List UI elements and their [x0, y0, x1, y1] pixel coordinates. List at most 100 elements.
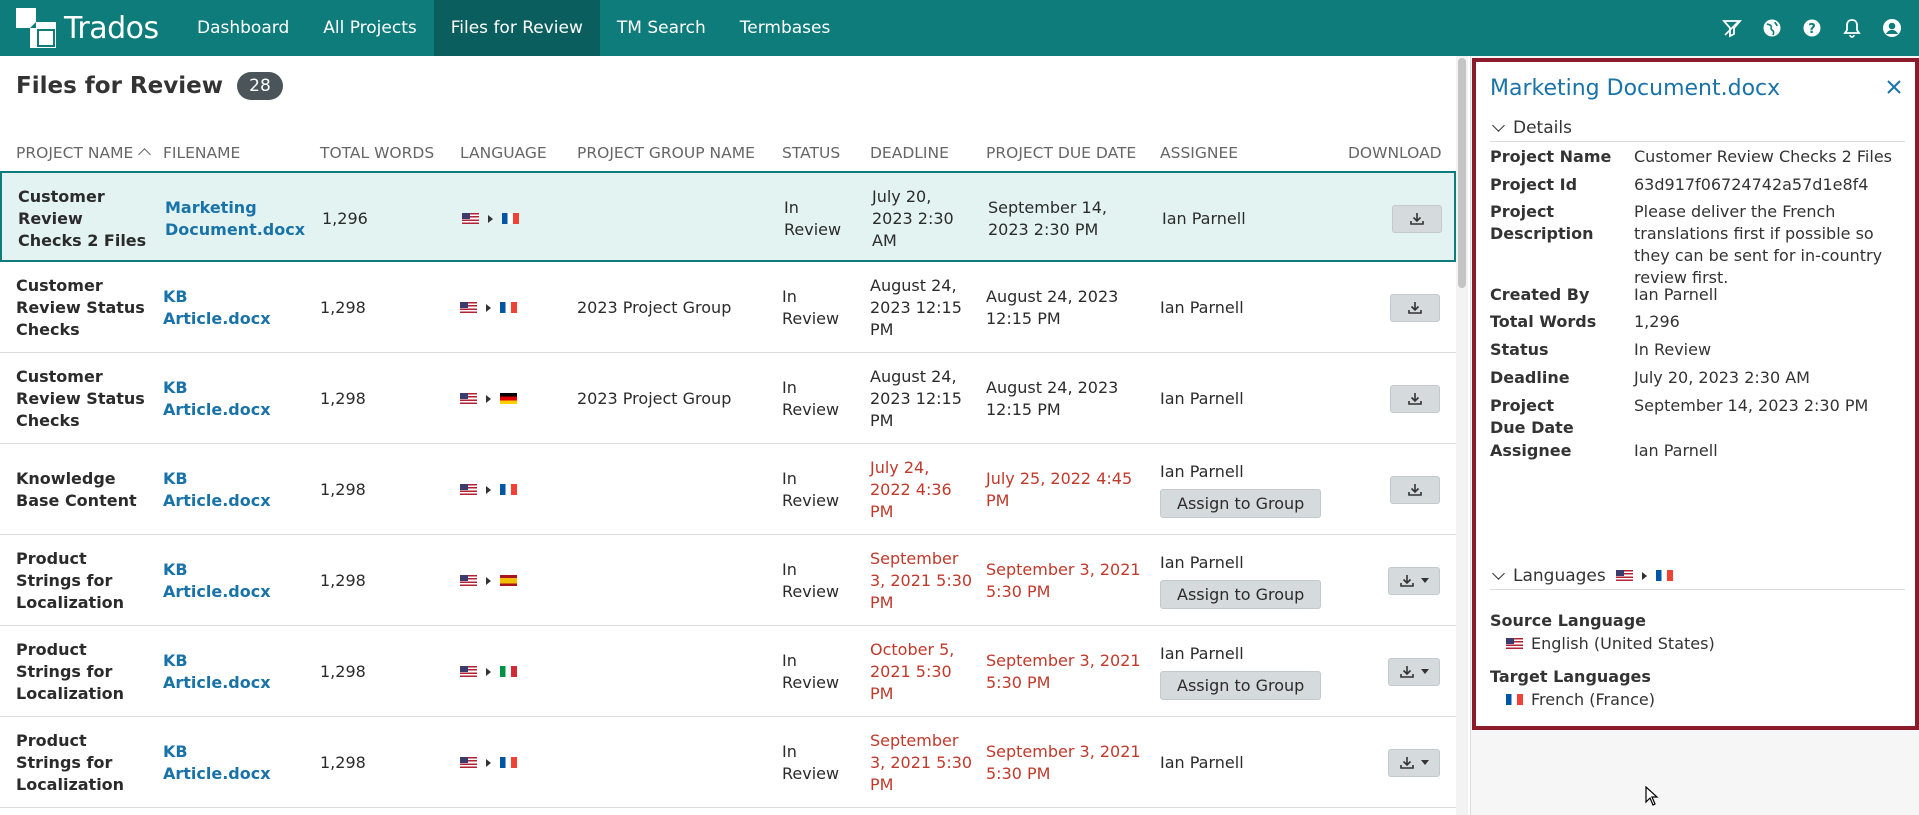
assign-to-group-button[interactable]: Assign to Group [1160, 671, 1322, 700]
column-header-filename[interactable]: FILENAME [163, 144, 240, 162]
table-row[interactable]: Customer Review Checks 2 Files Marketing … [0, 171, 1456, 262]
cell-project-due-date: September 3, 2021 5:30 PM [986, 559, 1141, 601]
globe-icon[interactable] [1761, 17, 1783, 39]
column-header-project-due-date[interactable]: PROJECT DUE DATE [986, 144, 1136, 162]
detail-label-project-id: Project Id [1490, 175, 1578, 194]
column-header-label: DEADLINE [870, 144, 949, 162]
details-section-toggle[interactable]: Details [1490, 114, 1905, 142]
table-row[interactable]: Knowledge Base Content KB Article.docx 1,2… [0, 444, 1456, 535]
arrow-right-icon [486, 303, 491, 312]
column-header-project-group-name[interactable]: PROJECT GROUP NAME [577, 144, 755, 162]
column-header-project-name[interactable]: PROJECT NAME [16, 144, 152, 162]
nav-item-termbases[interactable]: Termbases [723, 0, 848, 56]
cell-project-due-date: September 3, 2021 5:30 PM [986, 650, 1141, 692]
download-icon [1407, 483, 1423, 497]
languages-section-label: Languages [1513, 565, 1606, 586]
cell-language [460, 717, 517, 808]
assignee-name: Ian Parnell [1160, 752, 1244, 772]
source-language-text: English (United States) [1531, 634, 1715, 653]
assignee-name: Ian Parnell [1160, 297, 1244, 317]
caret-down-icon [1421, 669, 1429, 674]
detail-label-deadline: Deadline [1490, 368, 1570, 387]
arrow-right-icon [486, 667, 491, 676]
details-section-label: Details [1513, 117, 1572, 138]
download-button[interactable] [1390, 384, 1440, 413]
cell-filename-link[interactable]: KB Article.docx [163, 444, 298, 535]
nav-item-dashboard[interactable]: Dashboard [180, 0, 306, 56]
detail-value-assignee: Ian Parnell [1634, 441, 1718, 460]
sort-ascending-icon [138, 148, 152, 161]
column-header-assignee[interactable]: ASSIGNEE [1160, 144, 1238, 162]
assign-to-group-button[interactable]: Assign to Group [1160, 580, 1322, 609]
mouse-cursor-icon [1645, 786, 1659, 806]
cell-language [460, 535, 517, 626]
column-header-label: PROJECT DUE DATE [986, 144, 1137, 162]
chevron-down-icon [1492, 119, 1505, 132]
close-icon[interactable] [1883, 76, 1905, 98]
cell-download [1330, 717, 1440, 808]
download-button[interactable] [1390, 293, 1440, 322]
cell-total-words: 1,298 [320, 479, 366, 499]
cell-language [460, 262, 517, 353]
table-row[interactable]: Product Strings for Localization KB Artic… [0, 626, 1456, 717]
bell-icon[interactable] [1841, 17, 1863, 39]
cell-status: In Review [782, 741, 840, 783]
download-button[interactable] [1388, 566, 1440, 595]
assign-to-group-button[interactable]: Assign to Group [1160, 489, 1322, 518]
assignee-name: Ian Parnell [1162, 208, 1246, 228]
table-row[interactable]: Customer Review Status Checks KB Article.… [0, 353, 1456, 444]
cell-deadline: October 5, 2021 5:30 PM [870, 639, 955, 703]
column-header-status[interactable]: STATUS [782, 144, 840, 162]
cell-filename-link[interactable]: KB Article.docx [163, 626, 298, 717]
brand[interactable]: Trados [0, 0, 180, 56]
target-languages-label: Target Languages [1490, 667, 1651, 686]
languages-section-toggle[interactable]: Languages [1490, 562, 1905, 590]
download-button[interactable] [1390, 475, 1440, 504]
cell-total-words: 1,298 [320, 388, 366, 408]
download-icon [1407, 392, 1423, 406]
table-row[interactable]: Customer Review Status Checks KB Article.… [0, 262, 1456, 353]
cell-assignee: Ian Parnell Assign to Group [1160, 444, 1330, 535]
source-language-label: Source Language [1490, 611, 1647, 630]
nav-item-tm-search[interactable]: TM Search [600, 0, 723, 56]
cell-filename-link[interactable]: KB Article.docx [163, 262, 298, 353]
cell-filename-link[interactable]: Marketing Document.docx [165, 173, 305, 264]
nav-item-files-for-review[interactable]: Files for Review [433, 0, 600, 56]
table-row[interactable]: Product Strings for Localization KB Artic… [0, 535, 1456, 626]
cell-total-words: 1,298 [320, 570, 366, 590]
download-button[interactable] [1392, 204, 1442, 233]
list-scrollbar[interactable] [1456, 56, 1468, 815]
column-header-total-words[interactable]: TOTAL WORDS [320, 144, 434, 162]
top-icons: ? [1721, 0, 1903, 56]
column-header-language[interactable]: LANGUAGE [460, 144, 547, 162]
column-header-deadline[interactable]: DEADLINE [870, 144, 949, 162]
cell-deadline: August 24, 2023 12:15 PM [870, 366, 962, 430]
scrollbar-thumb[interactable] [1458, 58, 1466, 288]
cell-assignee: Ian Parnell Assign to Group [1160, 535, 1330, 626]
download-button[interactable] [1388, 748, 1440, 777]
download-button[interactable] [1388, 657, 1440, 686]
detail-value-total-words: 1,296 [1634, 312, 1680, 331]
assignee-name: Ian Parnell [1160, 388, 1244, 408]
help-icon[interactable]: ? [1801, 17, 1823, 39]
user-icon[interactable] [1881, 17, 1903, 39]
arrow-right-icon [486, 576, 491, 585]
nav-item-all-projects[interactable]: All Projects [306, 0, 434, 56]
column-header-label: LANGUAGE [460, 144, 547, 162]
svg-text:?: ? [1808, 22, 1816, 37]
cell-filename-link[interactable]: KB Article.docx [163, 717, 298, 808]
flag-us-icon [460, 302, 477, 313]
cell-filename-link[interactable]: KB Article.docx [163, 353, 298, 444]
cell-deadline: July 20, 2023 2:30 AM [872, 186, 954, 250]
filter-icon[interactable] [1721, 17, 1743, 39]
source-language-value: English (United States) [1506, 634, 1715, 653]
table-row[interactable]: Product Strings for Localization KB Artic… [0, 717, 1456, 808]
trados-logo-icon [16, 8, 56, 48]
download-icon [1399, 665, 1415, 679]
target-language-value: French (France) [1506, 690, 1655, 709]
column-header-download[interactable]: DOWNLOAD [1348, 144, 1442, 162]
download-icon [1407, 301, 1423, 315]
cell-filename-link[interactable]: KB Article.docx [163, 535, 298, 626]
cell-download [1330, 444, 1440, 535]
cell-language [462, 173, 519, 264]
